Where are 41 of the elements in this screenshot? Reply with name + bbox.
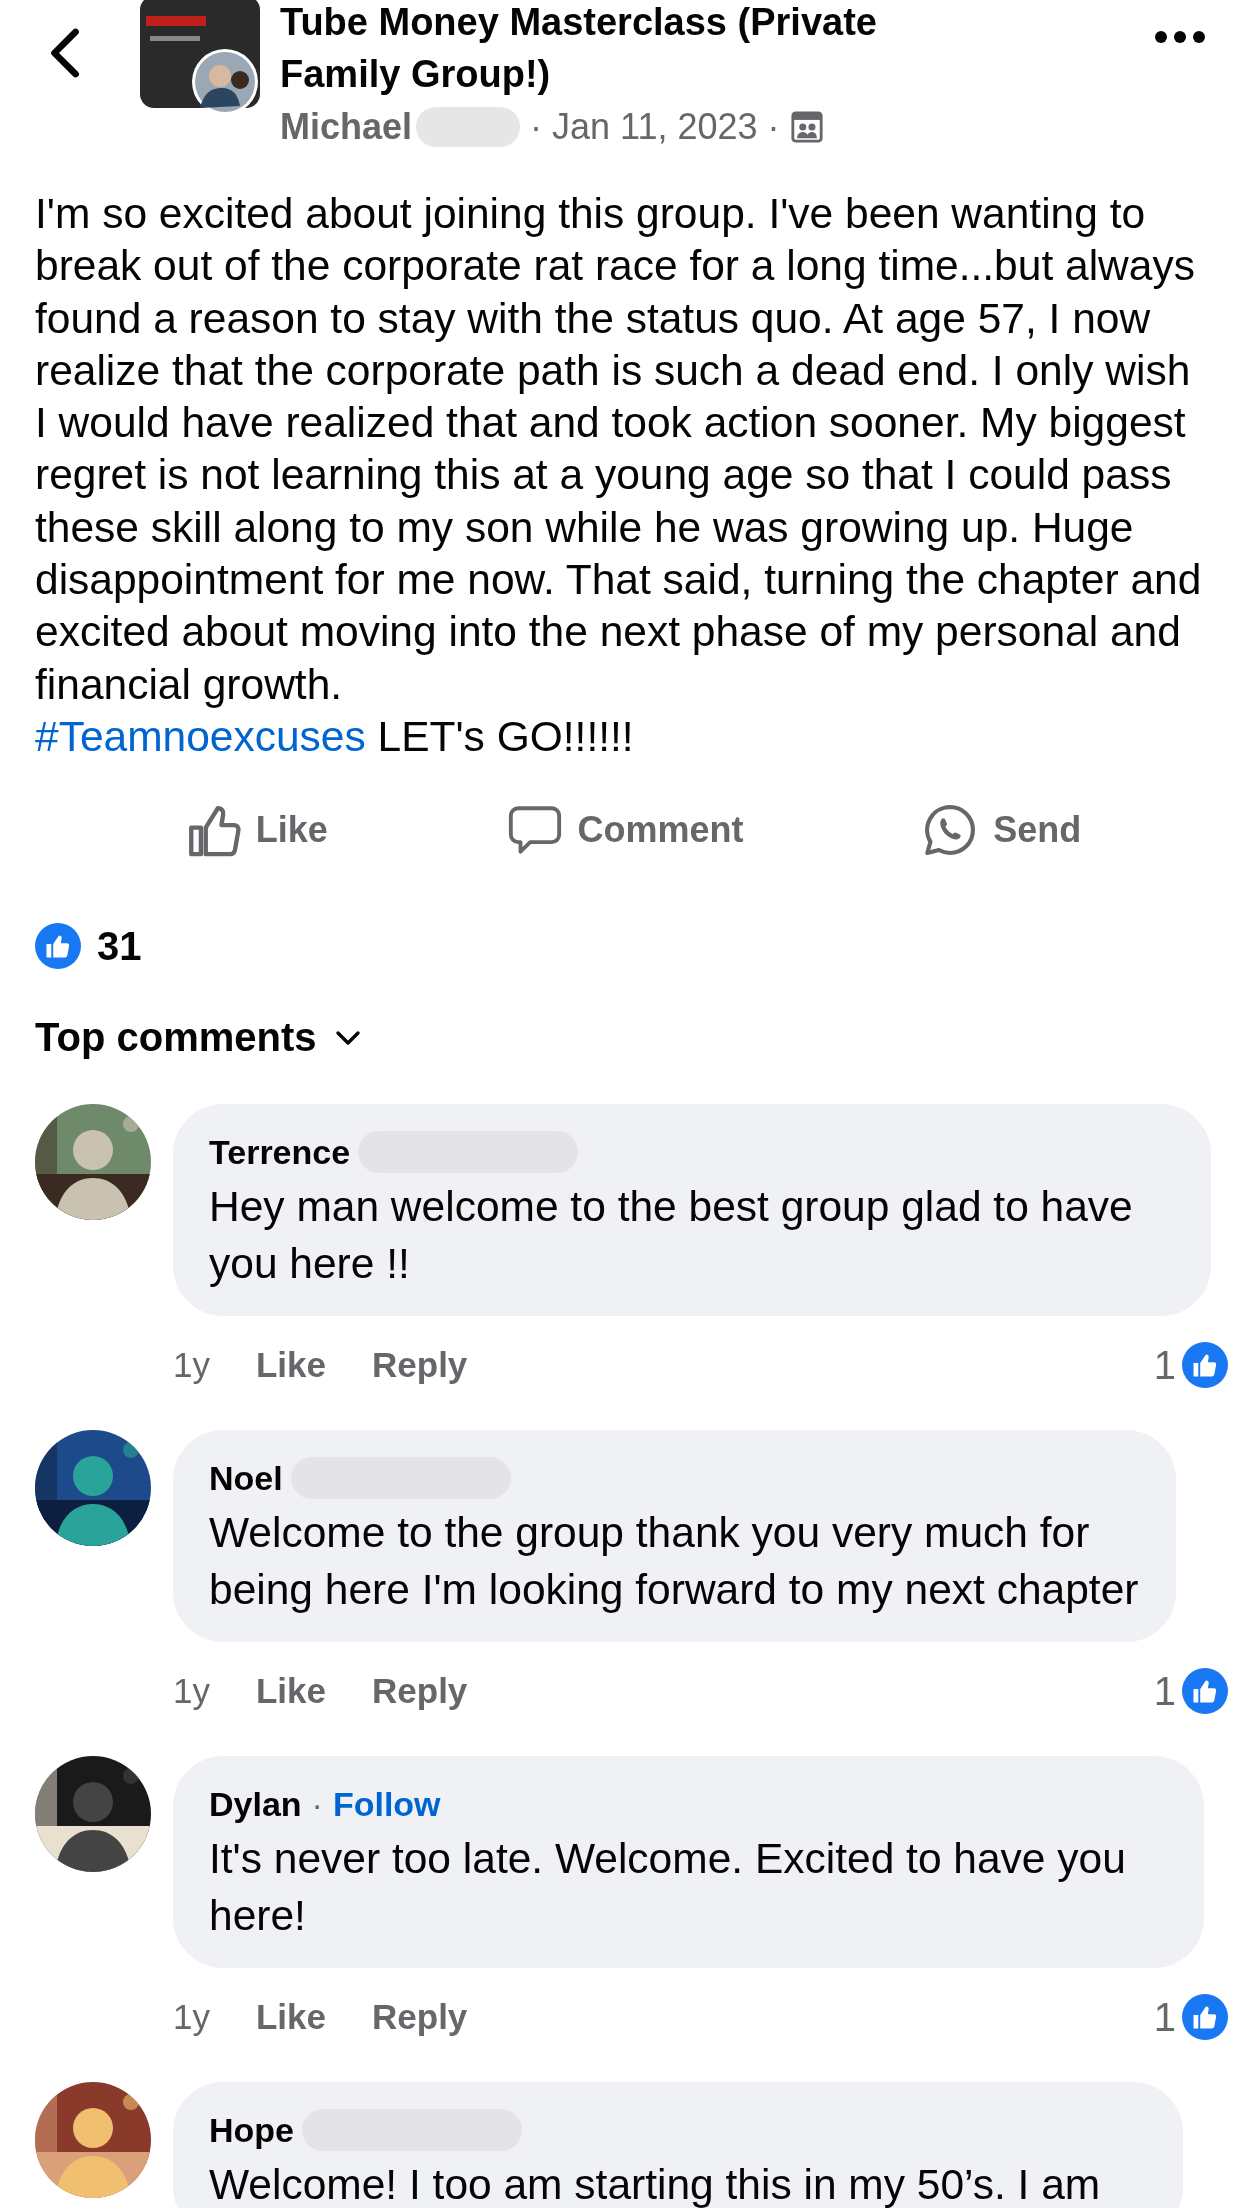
like-link[interactable]: Like <box>255 1345 326 1386</box>
reply-link[interactable]: Reply <box>372 1345 468 1386</box>
group-title[interactable]: Tube Money Masterclass (Private Family Group!) <box>280 0 980 100</box>
like-count: 1 <box>1153 1342 1176 1388</box>
like-button[interactable]: Like <box>169 789 342 872</box>
hashtag-link[interactable]: #Teamnoexcuses <box>35 712 366 760</box>
post-date: Jan 11, 2023 <box>552 106 758 148</box>
author-name[interactable]: Michael <box>280 106 413 148</box>
reaction-count[interactable]: 31 <box>97 923 142 969</box>
commenter-name[interactable]: Dylan <box>209 1782 302 1827</box>
like-link[interactable]: Like <box>255 1997 326 2038</box>
group-icon <box>789 110 824 144</box>
like-count: 1 <box>1153 1994 1176 2040</box>
comment-text: Welcome! I too am starting this in my 50’s. I am <box>209 2160 1102 2208</box>
commenter-name[interactable]: Hope <box>209 2108 294 2153</box>
post-text: I'm so excited about joining this group. I've been wanting to break out of the corporate rat race for a long time...but always found a reason to stay with the status quo. At age 57, I now realize that the corporate path is such a dead end. I only wish I would have realized that and took action sooner. My biggest regret is not learning this at a young age so that I could pass these skill along to my son while he was growing up. Huge disappointment for me now. That said, turning the chapter and excited about moving into the next phase of my personal and financial growth. #Teamnoexcuses LET's GO!!!!!! <box>35 189 1203 762</box>
comment-time: 1y <box>173 1671 210 1712</box>
commenter-name[interactable]: Terrence <box>209 1130 351 1175</box>
like-reaction-icon <box>1182 1342 1228 1389</box>
separator-dot: · <box>767 106 780 148</box>
sort-dropdown[interactable]: Top comments <box>35 1015 361 1061</box>
comment-text: Hey man welcome to the best group glad to have you here !! <box>209 1182 1134 1290</box>
comment-text: Welcome to the group thank you very much for being here I'm looking forward to my next chapter <box>209 1508 1140 1616</box>
comment-time: 1y <box>173 1345 210 1386</box>
comment-button[interactable]: Comment <box>491 789 758 872</box>
separator-dot: · <box>530 106 543 148</box>
like-reaction-icon <box>1182 1668 1228 1715</box>
comment-text: It's never too late. Welcome. Excited to have you here! <box>209 1834 1127 1942</box>
like-reaction-icon <box>35 923 81 970</box>
chevron-down-icon <box>334 1029 361 1046</box>
commenter-name[interactable]: Noel <box>209 1456 283 1501</box>
comment-time: 1y <box>173 1997 210 2038</box>
like-reaction-icon <box>1182 1994 1228 2041</box>
reply-link[interactable]: Reply <box>372 1997 468 2038</box>
like-count: 1 <box>1153 1668 1176 1714</box>
reply-link[interactable]: Reply <box>372 1671 468 1712</box>
separator-dot: · <box>311 1784 323 1826</box>
send-button[interactable]: Send <box>907 789 1096 872</box>
follow-link[interactable]: Follow <box>332 1782 441 1827</box>
like-link[interactable]: Like <box>255 1671 326 1712</box>
more-icon[interactable] <box>1154 30 1206 44</box>
